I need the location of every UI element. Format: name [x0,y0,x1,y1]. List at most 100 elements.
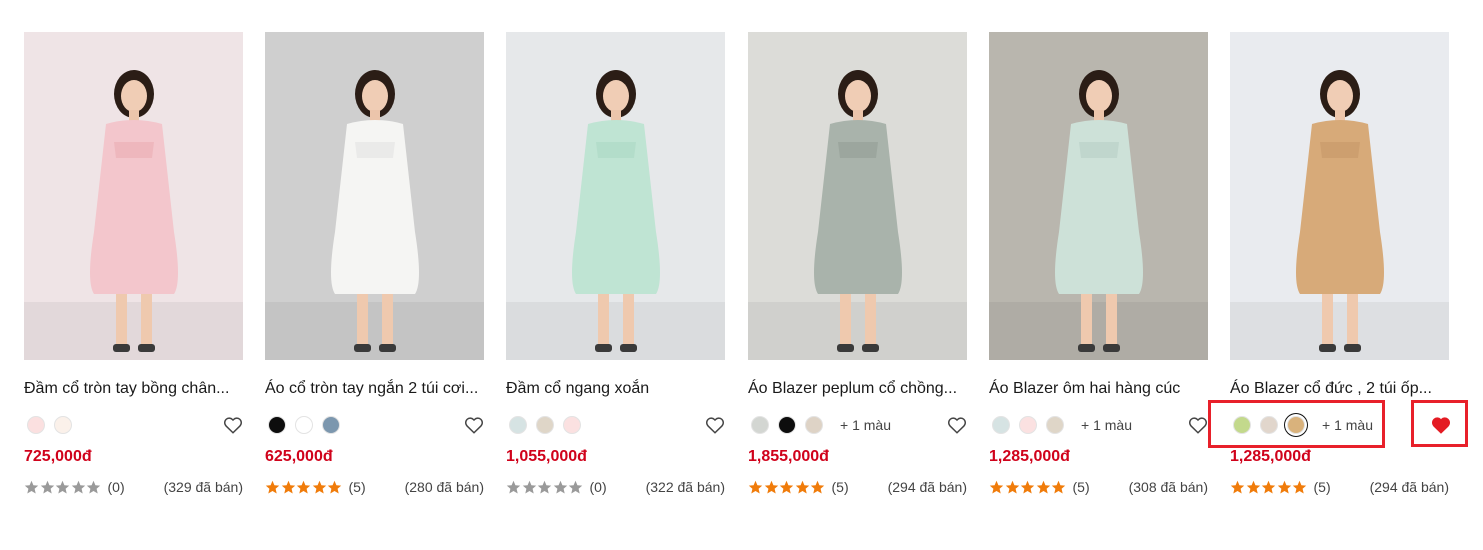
star-icon [764,480,778,493]
product-title[interactable]: Đầm cổ ngang xoắn [506,379,725,399]
sold-count: (294 đã bán) [1369,479,1449,495]
color-swatch[interactable] [751,416,769,434]
color-options: + 1 màu [751,415,891,435]
color-options [509,415,590,435]
star-icon [312,480,326,493]
review-count: (5) [831,479,849,495]
star-icon [1292,480,1307,493]
product-title[interactable]: Đầm cổ tròn tay bồng chân... [24,379,243,399]
star-icon [40,480,54,493]
color-swatch[interactable] [509,416,527,434]
product-card[interactable]: Áo Blazer peplum cổ chồng... + 1 màu 1,8… [748,32,967,502]
product-title[interactable]: Áo Blazer cổ đức , 2 túi ốp... [1230,379,1449,399]
product-title[interactable]: Áo Blazer peplum cổ chồng... [748,379,967,399]
star-icon [537,480,552,493]
star-icon [55,480,70,493]
star-rating [265,480,343,495]
wishlist-heart-icon[interactable] [464,416,484,434]
product-card[interactable]: Áo Blazer ôm hai hàng cúc + 1 màu 1,285,… [989,32,1208,502]
product-card[interactable]: Đầm cổ tròn tay bồng chân... 725,000đ (0… [24,32,243,502]
product-title[interactable]: Áo Blazer ôm hai hàng cúc [989,379,1208,399]
more-colors-label[interactable]: + 1 màu [1081,417,1132,433]
review-count: (0) [107,479,125,495]
color-swatch[interactable] [27,416,45,434]
rating-row: (5) (294 đã bán) [1230,478,1449,496]
review-count: (5) [1072,479,1090,495]
product-image[interactable] [24,32,243,360]
star-icon [71,480,85,493]
product-price: 1,285,000đ [989,448,1070,465]
star-icon [748,480,763,493]
color-swatch[interactable] [992,416,1010,434]
star-icon [1261,480,1276,493]
star-icon [86,480,101,493]
wishlist-heart-icon[interactable] [705,416,725,434]
product-price: 625,000đ [265,448,333,465]
product-image[interactable] [506,32,725,360]
color-swatch[interactable] [1019,416,1037,434]
color-swatch[interactable] [268,416,286,434]
sold-count: (329 đã bán) [163,479,243,495]
product-price: 1,285,000đ [1230,448,1311,465]
product-image[interactable] [265,32,484,360]
color-swatch[interactable] [778,416,796,434]
star-icon [1036,480,1050,493]
color-options [27,415,81,435]
star-icon [24,480,39,493]
star-icon [795,480,809,493]
product-image[interactable] [748,32,967,360]
star-icon [1020,480,1035,493]
star-icon [989,480,1004,493]
sold-count: (294 đã bán) [887,479,967,495]
star-icon [506,480,521,493]
sold-count: (308 đã bán) [1128,479,1208,495]
color-swatch[interactable] [295,416,313,434]
star-icon [568,480,583,493]
rating-row: (5) (294 đã bán) [748,478,967,496]
product-price: 1,055,000đ [506,448,587,465]
wishlist-heart-icon[interactable] [223,416,243,434]
star-icon [1051,480,1066,493]
color-swatch[interactable] [563,416,581,434]
star-icon [1277,480,1291,493]
star-icon [779,480,794,493]
color-options-highlight [1208,400,1385,448]
star-icon [553,480,567,493]
product-title[interactable]: Áo cổ tròn tay ngắn 2 túi cơi... [265,379,484,399]
product-image[interactable] [989,32,1208,360]
wishlist-heart-icon[interactable] [947,416,967,434]
product-image[interactable] [1230,32,1449,360]
product-card[interactable]: Áo cổ tròn tay ngắn 2 túi cơi... 625,000… [265,32,484,502]
color-swatch[interactable] [805,416,823,434]
color-options [268,415,349,435]
star-icon [522,480,536,493]
star-rating [748,480,826,495]
sold-count: (322 đã bán) [645,479,725,495]
sold-count: (280 đã bán) [404,479,484,495]
star-icon [1246,480,1260,493]
star-icon [327,480,342,493]
star-icon [1005,480,1019,493]
color-options: + 1 màu [992,415,1132,435]
product-card[interactable]: Đầm cổ ngang xoắn 1,055,000đ (0) (322 đã… [506,32,725,502]
star-icon [265,480,280,493]
wishlist-highlight [1411,400,1468,447]
rating-row: (0) (329 đã bán) [24,478,243,496]
star-rating [989,480,1067,495]
color-swatch[interactable] [54,416,72,434]
rating-row: (0) (322 đã bán) [506,478,725,496]
color-swatch[interactable] [536,416,554,434]
star-rating [24,480,102,495]
star-icon [296,480,311,493]
star-icon [281,480,295,493]
star-icon [810,480,825,493]
review-count: (0) [589,479,607,495]
color-swatch[interactable] [1046,416,1064,434]
star-rating [506,480,584,495]
wishlist-heart-icon[interactable] [1188,416,1208,434]
rating-row: (5) (280 đã bán) [265,478,484,496]
more-colors-label[interactable]: + 1 màu [840,417,891,433]
product-price: 1,855,000đ [748,448,829,465]
review-count: (5) [1313,479,1331,495]
color-swatch[interactable] [322,416,340,434]
